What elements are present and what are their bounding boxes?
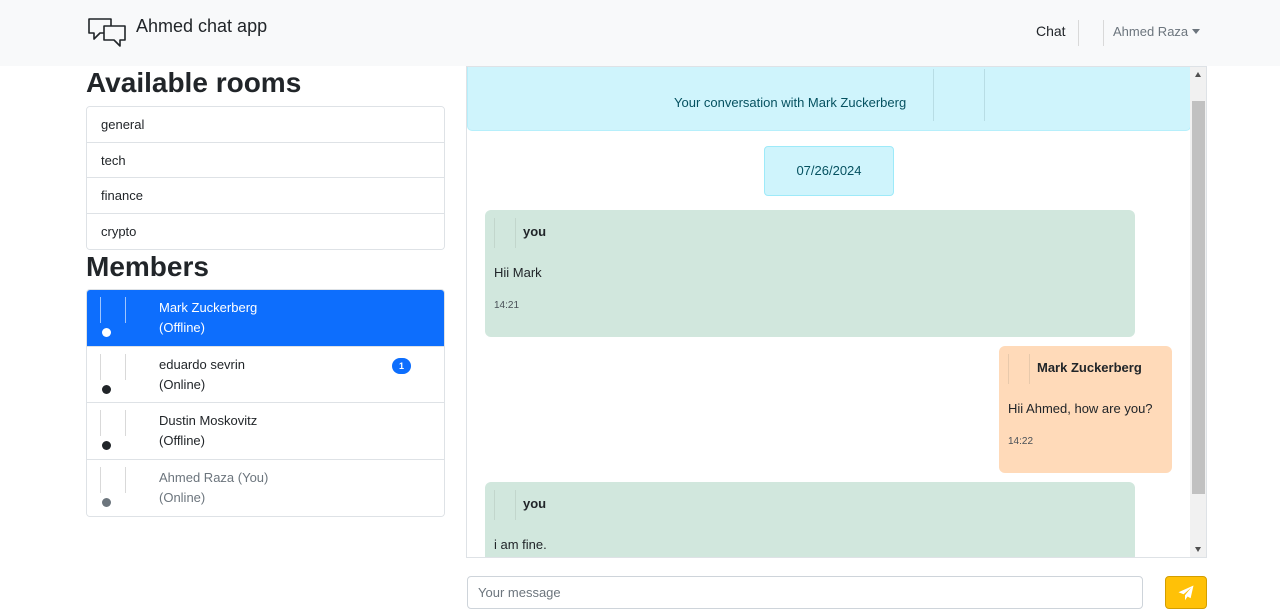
message-bubble: Mark Zuckerberg Hii Ahmed, how are you? …	[999, 346, 1172, 473]
user-menu-toggle[interactable]: Ahmed Raza	[1113, 24, 1188, 39]
date-separator: 07/26/2024	[764, 146, 894, 196]
avatar	[100, 353, 126, 380]
avatar	[100, 297, 126, 323]
member-name: Dustin Moskovitz	[159, 413, 258, 428]
members-heading: Members	[86, 251, 209, 282]
message-time: 14:22	[1008, 436, 1034, 447]
message-text: Hii Ahmed, how are you?	[1008, 401, 1153, 416]
room-item-tech[interactable]: tech	[87, 142, 444, 178]
message-text: Hii Mark	[494, 265, 542, 280]
member-name: Ahmed Raza (You)	[159, 469, 269, 485]
rooms-list: general tech finance crypto	[86, 106, 445, 250]
avatar	[100, 466, 126, 493]
room-item-crypto[interactable]: crypto	[87, 213, 444, 249]
nav-chat-link[interactable]: Chat	[1036, 23, 1066, 39]
scroll-down-arrow-icon[interactable]	[1195, 547, 1201, 552]
status-dot	[102, 441, 111, 450]
messages-panel[interactable]: Your conversation with Mark Zuckerberg 0…	[466, 66, 1207, 558]
chat-bubbles-icon[interactable]	[87, 16, 127, 48]
member-item-ahmed-raza: Ahmed Raza (You) (Online)	[87, 459, 444, 516]
message-input[interactable]	[467, 576, 1143, 609]
message-sender: you	[523, 496, 547, 511]
caret-down-icon[interactable]	[1192, 29, 1200, 34]
conversation-header: Your conversation with Mark Zuckerberg	[467, 67, 1191, 131]
members-list: Mark Zuckerberg (Offline) eduardo sevrin…	[86, 289, 445, 517]
paper-plane-icon	[1178, 585, 1194, 601]
avatar	[1008, 354, 1030, 384]
brand-name[interactable]: Ahmed chat app	[136, 16, 267, 37]
vertical-scrollbar[interactable]	[1190, 67, 1206, 557]
avatar	[100, 410, 126, 436]
message-sender: you	[523, 224, 547, 239]
room-item-general[interactable]: general	[87, 107, 444, 143]
navbar: Ahmed chat app Chat Ahmed Raza	[0, 0, 1280, 66]
avatar	[494, 490, 516, 520]
message-bubble: you i am fine.	[485, 482, 1135, 557]
status-dot	[102, 328, 111, 337]
member-status: (Offline)	[159, 320, 205, 335]
scroll-up-arrow-icon[interactable]	[1195, 72, 1201, 77]
member-status: (Offline)	[159, 433, 205, 448]
room-item-finance[interactable]: finance	[87, 178, 444, 214]
conversation-title: Your conversation with Mark Zuckerberg	[674, 95, 907, 110]
avatar	[494, 218, 516, 248]
member-item-dustin-moskovitz[interactable]: Dustin Moskovitz (Offline)	[87, 403, 444, 460]
message-time: 14:21	[494, 300, 520, 311]
member-status: (Online)	[159, 489, 206, 505]
scrollbar-thumb[interactable]	[1192, 101, 1205, 494]
message-text: i am fine.	[494, 537, 547, 552]
unread-count-badge: 1	[392, 357, 411, 374]
status-dot	[102, 497, 111, 507]
message-bubble: you Hii Mark 14:21	[485, 210, 1135, 337]
member-status: (Online)	[159, 376, 206, 392]
member-name: Mark Zuckerberg	[159, 300, 258, 315]
member-name: eduardo sevrin	[159, 356, 245, 372]
rooms-heading: Available rooms	[86, 67, 302, 98]
send-button[interactable]	[1165, 576, 1207, 609]
member-item-mark-zuckerberg[interactable]: Mark Zuckerberg (Offline)	[87, 290, 444, 347]
user-avatar[interactable]	[1078, 20, 1104, 46]
member-item-eduardo-sevrin[interactable]: eduardo sevrin (Online) 1	[87, 346, 444, 403]
contact-avatar	[933, 69, 985, 121]
status-dot	[102, 384, 111, 394]
message-sender: Mark Zuckerberg	[1037, 360, 1142, 375]
